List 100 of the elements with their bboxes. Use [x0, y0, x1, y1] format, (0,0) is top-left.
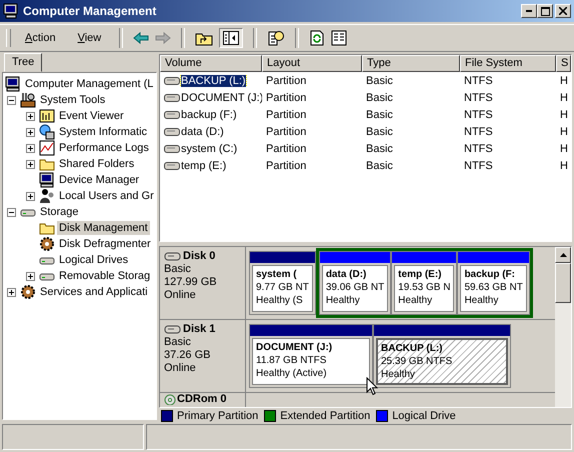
disk-type: Basic: [164, 263, 192, 276]
table-cell: data (D:): [181, 126, 224, 138]
table-cell: NTFS: [464, 126, 493, 138]
legend-label: Primary Partition: [177, 410, 258, 422]
computer-icon: [39, 172, 55, 188]
table-cell: H: [560, 160, 568, 172]
table-cell: H: [560, 108, 568, 120]
maximize-button[interactable]: [537, 4, 553, 18]
close-button[interactable]: [555, 4, 571, 18]
minimize-icon: [526, 10, 532, 12]
column-header[interactable]: Layout: [262, 55, 362, 72]
expand-toggle[interactable]: [7, 208, 18, 216]
legend-label: Extended Partition: [280, 410, 370, 422]
disk-status: Online: [164, 362, 197, 375]
drive-icon: [164, 110, 180, 120]
partition-size: 9.77 GB NT: [256, 281, 309, 294]
tree-item[interactable]: Event Viewer: [57, 109, 126, 123]
partition-block[interactable]: temp (E:) 19.53 GB N Healthy: [391, 251, 458, 315]
drive-icon: [164, 76, 180, 86]
export-list-icon[interactable]: [331, 30, 348, 46]
table-cell: Basic: [366, 74, 393, 86]
menu-item[interactable]: View: [70, 30, 110, 46]
gear-icon: [20, 284, 36, 300]
tree-item[interactable]: System Informatic: [57, 125, 150, 139]
drive-icon: [164, 144, 180, 154]
partition-status: Healthy: [326, 294, 361, 307]
expand-toggle[interactable]: [26, 192, 37, 200]
table-cell: backup (F:): [181, 108, 237, 120]
tools-icon: [20, 92, 36, 108]
table-cell: H: [560, 142, 568, 154]
back-arrow-icon[interactable]: [133, 30, 150, 46]
table-cell: Partition: [266, 74, 306, 86]
partition-status: Healthy (S: [256, 294, 304, 307]
partition-name: temp (E:): [398, 268, 443, 281]
maximize-icon: [540, 6, 550, 16]
partition-name: backup (F:: [464, 268, 516, 281]
expand-toggle[interactable]: [26, 272, 37, 280]
tree-item[interactable]: Shared Folders: [57, 157, 136, 171]
partition-block[interactable]: BACKUP (L:) 25.39 GB NTFS Healthy: [373, 324, 511, 388]
column-header[interactable]: S: [556, 55, 571, 72]
table-cell: Partition: [266, 126, 306, 138]
help-page-icon[interactable]: [267, 30, 286, 46]
tree-item[interactable]: Removable Storag: [57, 269, 152, 283]
tree-toggle-button[interactable]: [219, 28, 244, 48]
table-cell: system (C:): [181, 142, 238, 154]
scrollbar[interactable]: [555, 247, 571, 407]
expand-toggle[interactable]: [26, 160, 37, 168]
table-cell: Basic: [366, 108, 393, 120]
table-cell: BACKUP (L:): [181, 74, 246, 86]
expand-toggle[interactable]: [7, 96, 18, 104]
expand-toggle[interactable]: [26, 112, 37, 120]
tree-item[interactable]: Services and Applicati: [38, 285, 150, 299]
disk-type: Basic: [164, 336, 192, 349]
tree-item[interactable]: Storage: [38, 205, 81, 219]
up-arrow-icon: [560, 253, 566, 257]
expand-toggle[interactable]: [7, 288, 18, 296]
expand-toggle[interactable]: [26, 128, 37, 136]
partition-block[interactable]: backup (F: 59.63 GB NT Healthy: [457, 251, 530, 315]
partition-block[interactable]: DOCUMENT (J:) 11.87 GB NTFS Healthy (Active): [249, 324, 373, 388]
table-cell: H: [560, 92, 568, 104]
tree-item[interactable]: Logical Drives: [57, 253, 130, 267]
window-title: Computer Management: [23, 4, 158, 18]
partition-block[interactable]: data (D:) 39.06 GB NT Healthy: [318, 251, 392, 315]
legend-label: Logical Drive: [392, 410, 456, 422]
table-cell: H: [560, 74, 568, 86]
table-cell: Partition: [266, 160, 306, 172]
partition-status: Healthy (Active): [256, 367, 328, 380]
tree-item[interactable]: Disk Defragmenter: [57, 237, 153, 251]
disk-size: 127.99 GB: [164, 276, 218, 289]
tree-item[interactable]: Disk Management: [57, 221, 150, 235]
tree-item[interactable]: System Tools: [38, 93, 108, 107]
partition-name: system (: [256, 268, 298, 281]
column-header[interactable]: File System: [460, 55, 556, 72]
table-cell: Partition: [266, 108, 306, 120]
tree-item[interactable]: Performance Logs: [57, 141, 151, 155]
tree-item[interactable]: Computer Management (L: [23, 77, 156, 91]
refresh-icon[interactable]: [309, 30, 326, 46]
tree-item[interactable]: Local Users and Gr: [57, 189, 156, 203]
table-cell: Partition: [266, 92, 306, 104]
column-header[interactable]: Volume: [160, 55, 262, 72]
partition-size: 25.39 GB NTFS: [381, 355, 454, 368]
users-icon: [39, 188, 55, 204]
disk-size: 37.26 GB: [164, 349, 212, 362]
computer-icon: [5, 76, 21, 92]
cd-icon: [164, 394, 176, 405]
tree-item[interactable]: Device Manager: [57, 173, 142, 187]
partition-status: Healthy: [381, 368, 416, 381]
table-cell: Basic: [366, 160, 393, 172]
table-cell: NTFS: [464, 160, 493, 172]
disk-name: Disk 1: [183, 323, 216, 336]
table-cell: temp (E:): [181, 160, 226, 172]
partition-block[interactable]: system ( 9.77 GB NT Healthy (S: [249, 251, 316, 315]
drive-icon: [164, 126, 180, 136]
tree-tab[interactable]: Tree: [4, 53, 42, 72]
menu-item[interactable]: Action: [17, 30, 64, 46]
chart-icon: [39, 140, 55, 156]
expand-toggle[interactable]: [26, 144, 37, 152]
partition-name: BACKUP (L:): [381, 342, 444, 355]
minimize-button[interactable]: [521, 4, 537, 18]
column-header[interactable]: Type: [362, 55, 460, 72]
